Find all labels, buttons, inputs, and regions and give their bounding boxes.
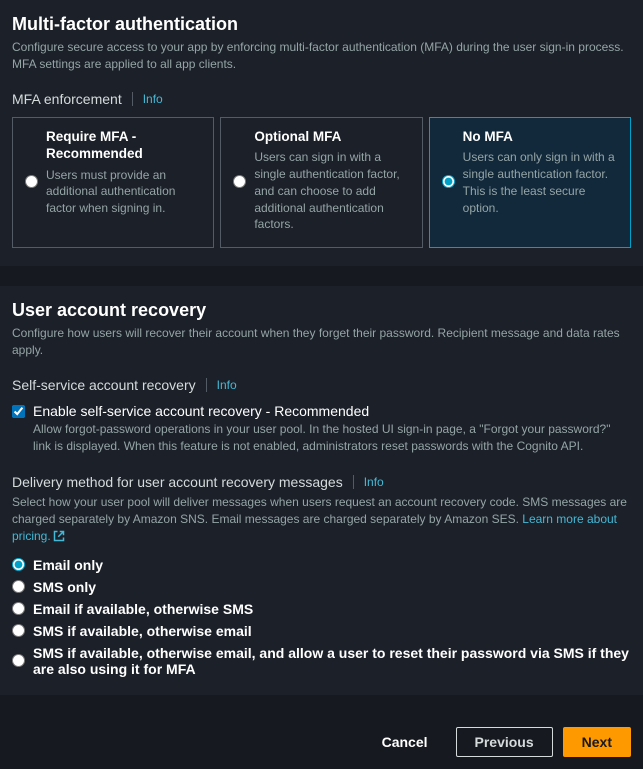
delivery-desc: Select how your user pool will deliver m… bbox=[12, 494, 631, 546]
wizard-footer: Cancel Previous Next bbox=[0, 715, 643, 769]
delivery-radio[interactable] bbox=[12, 558, 25, 571]
divider bbox=[353, 475, 354, 489]
checkbox-desc: Allow forgot-password operations in your… bbox=[33, 421, 631, 455]
divider bbox=[206, 378, 207, 392]
mfa-radio-require[interactable] bbox=[25, 130, 38, 234]
radio-label: SMS only bbox=[33, 579, 96, 595]
delivery-option-sms-else-email-mfa[interactable]: SMS if available, otherwise email, and a… bbox=[12, 645, 631, 677]
radio-label: Email if available, otherwise SMS bbox=[33, 601, 253, 617]
radio-label: SMS if available, otherwise email, and a… bbox=[33, 645, 631, 677]
delivery-label: Delivery method for user account recover… bbox=[12, 474, 343, 490]
recovery-panel: User account recovery Configure how user… bbox=[0, 286, 643, 695]
tile-title: No MFA bbox=[463, 128, 618, 146]
tile-desc: Users must provide an additional authent… bbox=[46, 167, 201, 217]
divider bbox=[132, 92, 133, 106]
previous-button[interactable]: Previous bbox=[456, 727, 553, 757]
cancel-button[interactable]: Cancel bbox=[364, 728, 446, 756]
delivery-block: Delivery method for user account recover… bbox=[12, 474, 631, 676]
tile-desc: Users can only sign in with a single aut… bbox=[463, 149, 618, 216]
next-button[interactable]: Next bbox=[563, 727, 631, 757]
tile-desc: Users can sign in with a single authenti… bbox=[254, 149, 409, 233]
delivery-radio[interactable] bbox=[12, 654, 25, 667]
self-service-checkbox-row: Enable self-service account recovery - R… bbox=[12, 403, 631, 455]
delivery-radio[interactable] bbox=[12, 624, 25, 637]
self-service-info-link[interactable]: Info bbox=[217, 378, 237, 392]
delivery-option-email-else-sms[interactable]: Email if available, otherwise SMS bbox=[12, 601, 631, 617]
delivery-radio[interactable] bbox=[12, 580, 25, 593]
mfa-radio-none[interactable] bbox=[442, 130, 455, 234]
self-service-label: Self-service account recovery bbox=[12, 377, 196, 393]
delivery-radio[interactable] bbox=[12, 602, 25, 615]
mfa-heading: Multi-factor authentication bbox=[12, 14, 631, 35]
mfa-tile-none[interactable]: No MFA Users can only sign in with a sin… bbox=[429, 117, 631, 249]
recovery-heading: User account recovery bbox=[12, 300, 631, 321]
mfa-tile-row: Require MFA - Recommended Users must pro… bbox=[12, 117, 631, 249]
delivery-radio-list: Email only SMS only Email if available, … bbox=[12, 557, 631, 677]
mfa-tile-require[interactable]: Require MFA - Recommended Users must pro… bbox=[12, 117, 214, 249]
radio-label: Email only bbox=[33, 557, 103, 573]
self-service-checkbox[interactable] bbox=[12, 405, 25, 418]
external-link-icon bbox=[53, 530, 65, 547]
recovery-subtitle: Configure how users will recover their a… bbox=[12, 325, 631, 359]
delivery-option-sms-only[interactable]: SMS only bbox=[12, 579, 631, 595]
checkbox-title: Enable self-service account recovery - R… bbox=[33, 403, 631, 419]
mfa-panel: Multi-factor authentication Configure se… bbox=[0, 0, 643, 266]
mfa-info-link[interactable]: Info bbox=[143, 92, 163, 106]
delivery-option-email-only[interactable]: Email only bbox=[12, 557, 631, 573]
tile-title: Require MFA - Recommended bbox=[46, 128, 201, 163]
mfa-enforcement-header: MFA enforcement Info bbox=[12, 91, 631, 107]
self-service-header: Self-service account recovery Info bbox=[12, 377, 631, 393]
delivery-info-link[interactable]: Info bbox=[364, 475, 384, 489]
mfa-tile-optional[interactable]: Optional MFA Users can sign in with a si… bbox=[220, 117, 422, 249]
delivery-option-sms-else-email[interactable]: SMS if available, otherwise email bbox=[12, 623, 631, 639]
mfa-radio-optional[interactable] bbox=[233, 130, 246, 234]
radio-label: SMS if available, otherwise email bbox=[33, 623, 252, 639]
tile-title: Optional MFA bbox=[254, 128, 409, 146]
mfa-enforcement-label: MFA enforcement bbox=[12, 91, 122, 107]
mfa-subtitle: Configure secure access to your app by e… bbox=[12, 39, 631, 73]
